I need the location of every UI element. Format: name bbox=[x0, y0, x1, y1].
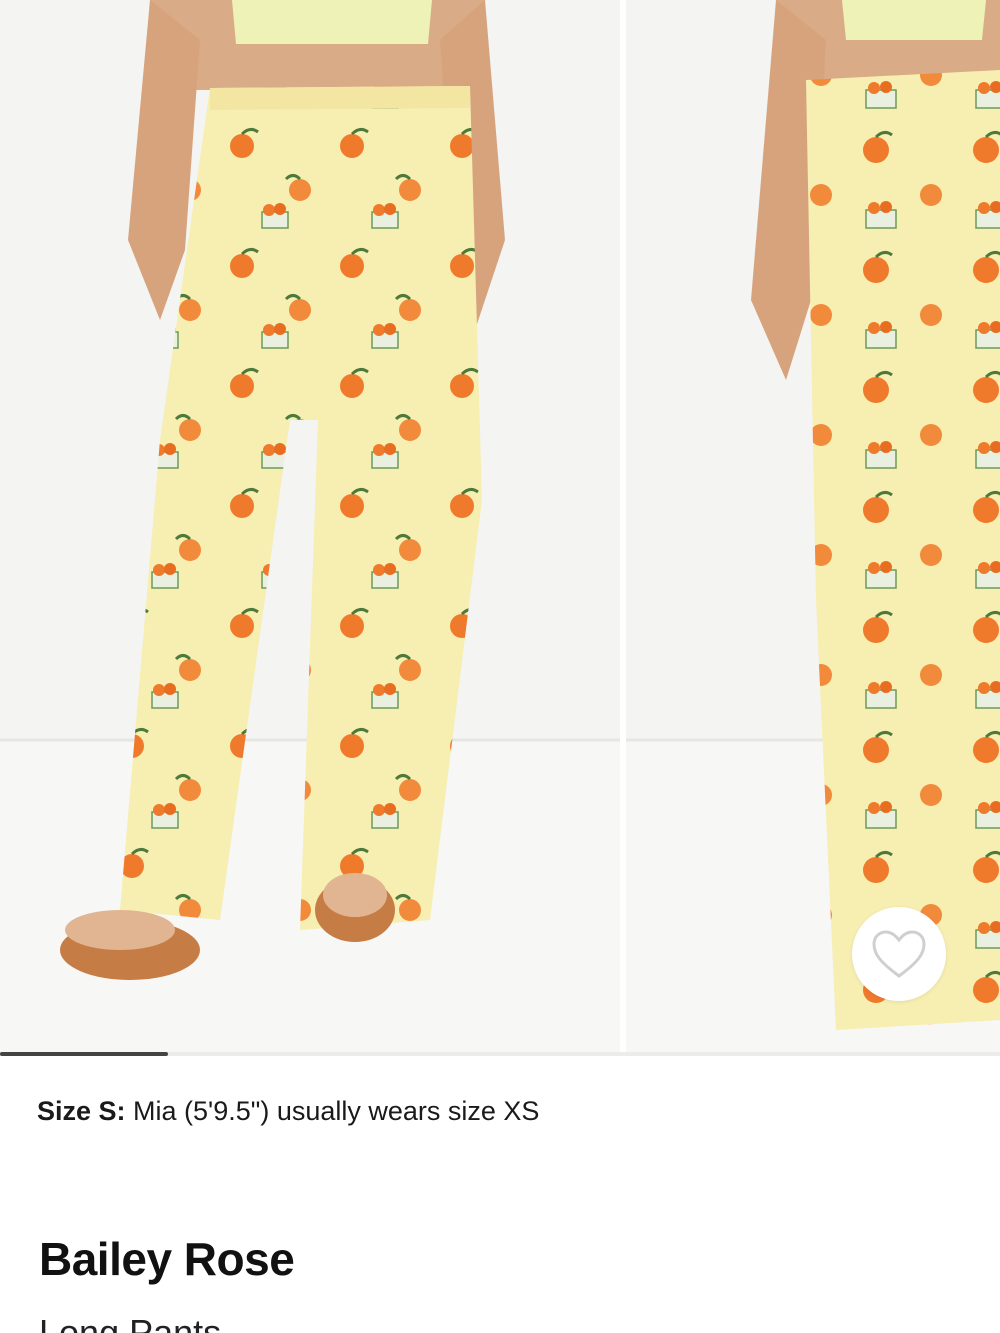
product-image-front[interactable] bbox=[0, 0, 620, 1052]
product-type: Long Pants bbox=[39, 1312, 222, 1333]
heart-outline-icon bbox=[872, 930, 926, 978]
brand-name[interactable]: Bailey Rose bbox=[39, 1232, 295, 1286]
product-image-side[interactable] bbox=[626, 0, 1000, 1052]
gallery-scroll-track[interactable] bbox=[0, 1052, 1000, 1056]
product-page: Size S: Mia (5'9.5") usually wears size … bbox=[0, 0, 1000, 1333]
gallery-scroll-thumb[interactable] bbox=[0, 1052, 168, 1056]
image-gallery[interactable] bbox=[0, 0, 1000, 1052]
size-note: Size S: Mia (5'9.5") usually wears size … bbox=[37, 1096, 539, 1127]
size-note-text: Mia (5'9.5") usually wears size XS bbox=[125, 1096, 540, 1126]
favorite-button[interactable] bbox=[852, 907, 946, 1001]
size-label: Size S: bbox=[37, 1096, 126, 1126]
